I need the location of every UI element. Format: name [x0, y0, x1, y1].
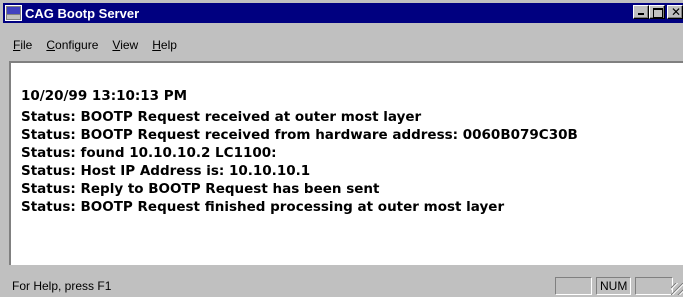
maximize-button[interactable]: [649, 5, 665, 19]
application-window: CAG Bootp Server ✕ File Configure View H…: [0, 0, 683, 297]
log-line: Status: Reply to BOOTP Request has been …: [21, 181, 380, 197]
status-pane-caps: [555, 277, 592, 295]
log-line: Status: BOOTP Request received at outer …: [21, 109, 422, 125]
log-line: Status: BOOTP Request received from hard…: [21, 127, 578, 143]
close-icon: ✕: [671, 5, 682, 19]
log-view[interactable]: 10/20/99 13:10:13 PM Status: BOOTP Reque…: [9, 61, 683, 265]
log-timestamp: 10/20/99 13:10:13 PM: [21, 88, 188, 104]
close-button[interactable]: ✕: [667, 5, 683, 19]
log-line: Status: BOOTP Request finished processin…: [21, 199, 505, 215]
status-text: For Help, press F1: [12, 279, 112, 293]
title-bar[interactable]: CAG Bootp Server ✕: [3, 3, 683, 23]
app-icon[interactable]: [5, 5, 22, 21]
menu-help[interactable]: Help: [152, 38, 177, 52]
status-log: 10/20/99 13:10:13 PM Status: BOOTP Reque…: [21, 87, 578, 216]
status-pane-scroll: [635, 277, 673, 295]
resize-grip-icon[interactable]: [671, 283, 683, 295]
menu-configure[interactable]: Configure: [46, 38, 98, 52]
status-bar: For Help, press F1 NUM: [3, 276, 683, 295]
menu-view[interactable]: View: [112, 38, 138, 52]
menu-bar: File Configure View Help: [3, 35, 683, 55]
status-pane-num: NUM: [596, 277, 631, 295]
log-line: Status: Host IP Address is: 10.10.10.1: [21, 163, 311, 179]
window-controls: ✕: [633, 5, 683, 19]
log-line: Status: found 10.10.10.2 LC1100:: [21, 145, 277, 161]
window-title: CAG Bootp Server: [25, 5, 140, 21]
menu-file[interactable]: File: [13, 38, 32, 52]
minimize-button[interactable]: [633, 5, 649, 19]
